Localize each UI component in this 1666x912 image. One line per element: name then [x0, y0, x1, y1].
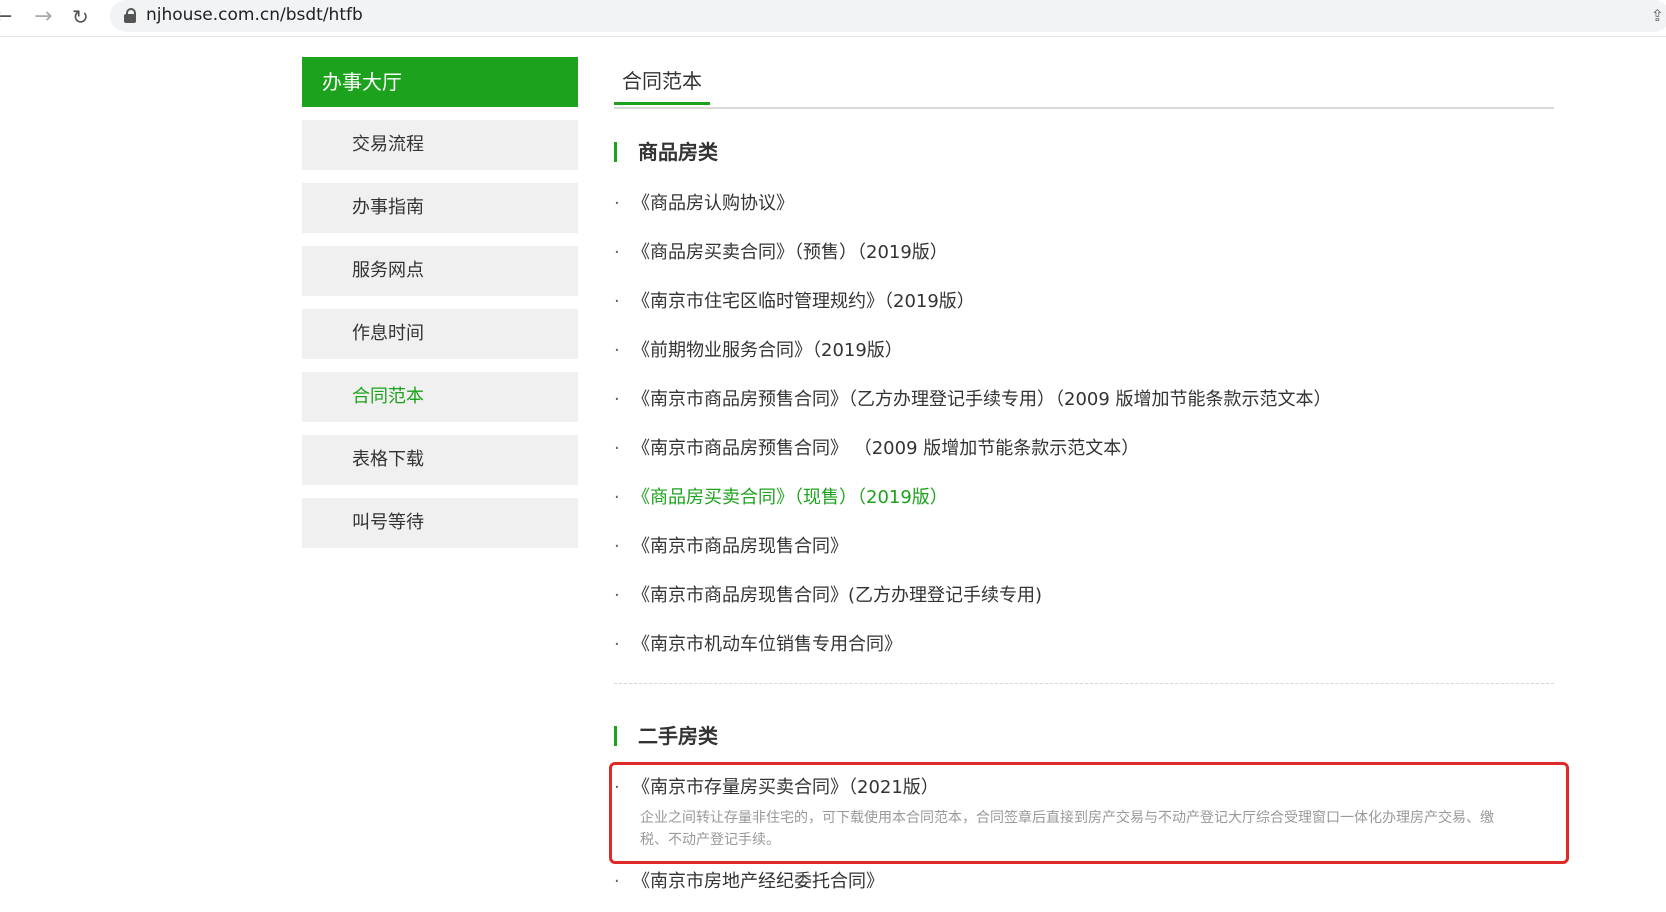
sidebar-item-forms-download[interactable]: 表格下载	[302, 435, 578, 485]
list-item[interactable]: 《商品房买卖合同》（预售）（2019版）	[614, 240, 948, 266]
item-description: 企业之间转让存量非住宅的，可下载使用本合同范本，合同签章后直接到房产交易与不动产…	[640, 810, 1494, 848]
sidebar-item-contract-templates[interactable]: 合同范本	[302, 372, 578, 422]
main-content: 合同范本 商品房类 《商品房认购协议》 《商品房买卖合同》（预售）（2019版）…	[609, 57, 1569, 895]
sidebar-item-queue-wait[interactable]: 叫号等待	[302, 498, 578, 548]
lock-icon[interactable]	[124, 8, 136, 23]
sidebar-item-hours[interactable]: 作息时间	[302, 309, 578, 359]
list-item[interactable]: 《南京市存量房买卖合同》（2021版）	[614, 775, 939, 801]
list-item[interactable]: 《南京市机动车位销售专用合同》	[614, 632, 902, 658]
reload-icon[interactable]: ↻	[72, 4, 89, 30]
list-item[interactable]: 《前期物业服务合同》（2019版）	[614, 338, 903, 364]
list-item[interactable]: 《南京市商品房预售合同》 （2009 版增加节能条款示范文本）	[614, 436, 1139, 462]
address-bar[interactable]: njhouse.com.cn/bsdt/htfb ⇪	[110, 0, 1666, 32]
arrow-right-icon[interactable]: →	[34, 4, 52, 30]
tab-contract-templates[interactable]: 合同范本	[614, 57, 710, 105]
section-title-second-hand: 二手房类	[614, 723, 718, 749]
share-icon[interactable]: ⇪	[1651, 6, 1664, 25]
section-divider	[614, 683, 1554, 684]
tab-bar: 合同范本	[614, 57, 1554, 109]
sidebar-item-guide[interactable]: 办事指南	[302, 183, 578, 233]
section-title-new-housing: 商品房类	[614, 139, 718, 165]
browser-toolbar: ← → ↻ njhouse.com.cn/bsdt/htfb ⇪	[0, 0, 1666, 37]
sidebar-header: 办事大厅	[302, 57, 578, 107]
list-item-highlighted[interactable]: 《商品房买卖合同》（现售）（2019版）	[614, 485, 948, 511]
list-item[interactable]: 《商品房认购协议》	[614, 191, 794, 217]
list-item[interactable]: 《南京市商品房预售合同》（乙方办理登记手续专用）（2009 版增加节能条款示范文…	[614, 387, 1332, 413]
list-item[interactable]: 《南京市商品房现售合同》	[614, 534, 848, 560]
arrow-left-icon[interactable]: ←	[0, 4, 12, 30]
sidebar: 办事大厅 交易流程 办事指南 服务网点 作息时间 合同范本 表格下载 叫号等待	[302, 57, 578, 548]
list-item[interactable]: 《南京市住宅区临时管理规约》（2019版）	[614, 289, 975, 315]
sidebar-item-service-points[interactable]: 服务网点	[302, 246, 578, 296]
list-item[interactable]: 《南京市商品房现售合同》(乙方办理登记手续专用)	[614, 583, 1042, 609]
list-item[interactable]: 《南京市房地产经纪委托合同》	[614, 869, 884, 895]
sidebar-item-trade-process[interactable]: 交易流程	[302, 120, 578, 170]
url-text[interactable]: njhouse.com.cn/bsdt/htfb	[146, 5, 363, 25]
